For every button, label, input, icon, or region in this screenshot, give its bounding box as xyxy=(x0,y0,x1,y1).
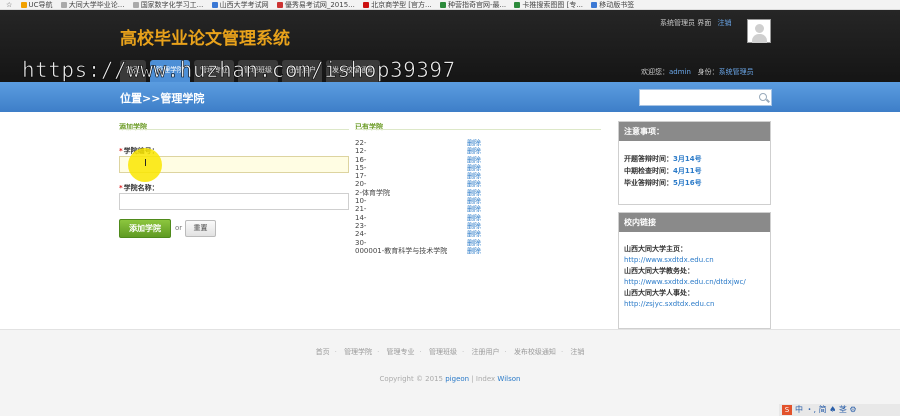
avatar[interactable] xyxy=(747,19,771,43)
site-title: 高校毕业论文管理系统 xyxy=(120,29,290,49)
breadcrumb-bar: 位置>>管理学院 xyxy=(0,82,900,112)
school-home-link[interactable]: http://www.sxdtdx.edu.cn xyxy=(624,255,770,266)
college-list: 22- 删除 12- 删除 16- 删除 15- 删除 17- 删除 20- 删除 2-体育… xyxy=(355,139,481,255)
sogou-icon[interactable]: S xyxy=(782,405,792,415)
system-admin-area: 系统管理员 界面 注销 xyxy=(660,18,731,28)
link-title: 山西大同大学人事处： xyxy=(624,289,694,297)
list-item: 12- 删除 xyxy=(355,147,481,156)
bookmark-item[interactable]: 山西大学考试网 xyxy=(211,0,269,9)
star-icon[interactable]: ☆ xyxy=(6,0,12,9)
academic-affairs-link[interactable]: http://www.sxdtdx.edu.cn/dtdxjwc/ xyxy=(624,277,770,288)
notice-panel: 注意事项： 开题答辩时间：3月14号 中期检查时间：4月11号 毕业答辩时间：5… xyxy=(618,121,771,205)
footer-link-notice[interactable]: 发布校级通知 xyxy=(514,348,556,356)
author-link[interactable]: Wilson xyxy=(497,375,520,383)
system-admin-label: 系统管理员 界面 xyxy=(660,19,712,27)
divider xyxy=(355,129,601,130)
search-input[interactable] xyxy=(639,89,772,106)
bookmark-item[interactable]: 優秀易考试网_2015... xyxy=(276,0,355,9)
notice-item: 毕业答辩时间：5月16号 xyxy=(624,179,702,187)
welcome-info: 欢迎您：admin 身份：系统管理员 xyxy=(641,67,754,77)
delete-link[interactable]: 删除 xyxy=(467,205,481,213)
bookmark-item[interactable]: 种营指奇官网-最... xyxy=(439,0,506,9)
url-watermark: https://www.huzhan.com/ishop39397 xyxy=(22,58,456,83)
list-item: 23- 删除 xyxy=(355,221,481,230)
username-link[interactable]: admin xyxy=(669,68,691,76)
bookmark-item[interactable]: UC导航 xyxy=(20,0,53,9)
list-item: 21- 删除 xyxy=(355,205,481,214)
delete-link[interactable]: 删除 xyxy=(467,180,481,188)
list-item: 2-体育学院 删除 xyxy=(355,188,481,197)
college-name-input[interactable] xyxy=(119,193,349,210)
divider xyxy=(119,129,349,130)
delete-link[interactable]: 删除 xyxy=(467,239,481,247)
delete-link[interactable]: 删除 xyxy=(467,156,481,164)
identity-label: 身份： xyxy=(697,68,719,76)
list-item: 10- 删除 xyxy=(355,197,481,206)
list-item: 17- 删除 xyxy=(355,172,481,181)
bookmark-item[interactable]: 北京商学型 [官方... xyxy=(363,0,432,9)
hr-office-link[interactable]: http://zsjyc.sxdtdx.edu.cn xyxy=(624,299,770,310)
footer-nav: 首页 · 管理学院 · 管理专业 · 管理班级 · 注册用户 · 发布校级通知 · 注销 xyxy=(315,348,585,356)
footer-link-major[interactable]: 管理专业 xyxy=(387,348,415,356)
welcome-label: 欢迎您： xyxy=(641,68,669,76)
link-title: 山西大同大学教务处： xyxy=(624,267,694,275)
bookmark-item[interactable]: 移动版书签 xyxy=(591,0,634,9)
links-panel: 校内链接 山西大同大学主页： http://www.sxdtdx.edu.cn … xyxy=(618,212,771,329)
link-title: 山西大同大学主页： xyxy=(624,245,687,253)
list-item: 16- 删除 xyxy=(355,155,481,164)
add-college-button[interactable]: 添加学院 xyxy=(119,219,171,238)
footer xyxy=(0,329,900,416)
text-cursor-icon: I xyxy=(144,158,147,169)
delete-link[interactable]: 删除 xyxy=(467,230,481,238)
footer-link-logout[interactable]: 注销 xyxy=(570,348,584,356)
bookmark-item[interactable]: 大同大学毕业论... xyxy=(60,0,124,9)
search-icon[interactable] xyxy=(759,93,767,101)
reset-button[interactable]: 重置 xyxy=(185,220,216,237)
delete-link[interactable]: 删除 xyxy=(467,189,481,197)
ime-tray: S中 ・, 简 ♠ 茎 ⚙ xyxy=(779,404,900,416)
notice-panel-title: 注意事项： xyxy=(619,122,770,141)
list-item: 22- 删除 xyxy=(355,139,481,147)
identity-link[interactable]: 系统管理员 xyxy=(719,68,754,76)
copyright: Copyright © 2015 pigeon | Index Wilson xyxy=(379,375,521,383)
delete-link[interactable]: 删除 xyxy=(467,147,481,155)
brand-link[interactable]: pigeon xyxy=(445,375,469,383)
notice-item: 中期检查时间：4月11号 xyxy=(624,167,702,175)
add-college-title: 添加学院 xyxy=(119,123,147,131)
list-item: 30- 删除 xyxy=(355,238,481,247)
bookmark-item[interactable]: 卡推搜索图图 [专... xyxy=(514,0,583,9)
delete-link[interactable]: 删除 xyxy=(467,214,481,222)
list-item: 14- 删除 xyxy=(355,213,481,222)
footer-link-register[interactable]: 注册用户 xyxy=(471,348,499,356)
bookmark-item[interactable]: 国家数字化学习工... xyxy=(132,0,203,9)
footer-link-home[interactable]: 首页 xyxy=(316,348,330,356)
delete-link[interactable]: 删除 xyxy=(467,164,481,172)
existing-college-title: 已有学院 xyxy=(355,123,383,131)
list-item: 15- 删除 xyxy=(355,163,481,172)
links-panel-title: 校内链接 xyxy=(619,213,770,232)
list-item: 20- 删除 xyxy=(355,180,481,189)
footer-link-college[interactable]: 管理学院 xyxy=(344,348,372,356)
breadcrumb: 位置>>管理学院 xyxy=(120,92,205,105)
footer-link-class[interactable]: 管理班级 xyxy=(429,348,457,356)
notice-item: 开题答辩时间：3月14号 xyxy=(624,155,702,163)
delete-link[interactable]: 删除 xyxy=(467,247,481,255)
list-item: 000001-教育科学与技术学院 删除 xyxy=(355,246,481,255)
bookmarks-bar: ☆ UC导航 大同大学毕业论... 国家数字化学习工... 山西大学考试网 優秀… xyxy=(0,0,900,10)
list-item: 24- 删除 xyxy=(355,230,481,239)
or-text: or xyxy=(175,224,183,232)
college-name-label: *学院名称： xyxy=(119,184,159,192)
logout-link[interactable]: 注销 xyxy=(717,19,731,27)
